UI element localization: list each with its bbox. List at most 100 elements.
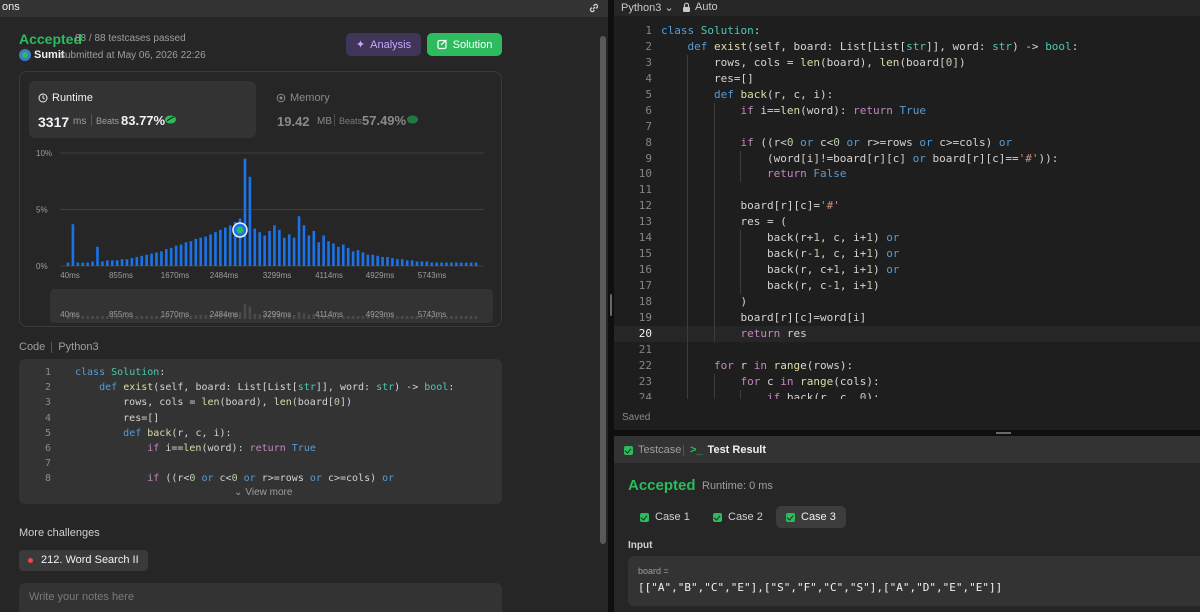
chart-bar: [425, 261, 429, 266]
chart-bar: [415, 261, 419, 266]
editor-line[interactable]: 16 back(r, c+1, i+1) or: [614, 262, 1200, 278]
chart-bar: [224, 227, 227, 266]
chart-bar: [120, 259, 124, 266]
splitter-handle[interactable]: [610, 294, 612, 316]
input-value-box: board = [["A","B","C","E"],["S","F","C",…: [628, 556, 1200, 606]
editor-line[interactable]: 5 def back(r, c, i):: [614, 86, 1200, 103]
chart-bar: [405, 260, 409, 266]
auto-mode-label[interactable]: Auto: [695, 1, 718, 13]
tab-testcase[interactable]: Testcase: [624, 444, 681, 456]
case-tab[interactable]: Case 1: [630, 506, 700, 528]
line-text: if ((r<0 or c<0 or r>=rows or c>=cols) o…: [147, 473, 395, 485]
language-select[interactable]: Python3 ⌄: [621, 1, 674, 14]
y-tick-label: 10%: [36, 149, 52, 158]
editor-line[interactable]: 2 def exist(self, board: List[List[str]]…: [614, 39, 1200, 55]
chevron-down-icon: ⌄: [234, 487, 243, 498]
editor-line[interactable]: 3 rows, cols = len(board), len(board[0]): [614, 54, 1200, 71]
chart-bar: [258, 232, 262, 266]
chart-bar: [125, 259, 129, 266]
code-label: Code: [19, 341, 46, 353]
editor-line[interactable]: 12 board[r][c]='#': [614, 198, 1200, 215]
overview-bar: [253, 313, 257, 319]
line-text: back(r, c+1, i+1) or: [661, 263, 900, 277]
line-text: class Solution:: [661, 24, 761, 37]
chart-bar: [396, 259, 399, 266]
editor-line[interactable]: 23 for c in range(cols):: [614, 373, 1200, 390]
line-text: class Solution:: [75, 367, 166, 378]
chart-bar: [327, 241, 330, 266]
overview-bar: [405, 316, 409, 319]
editor-line[interactable]: 10 return False: [614, 166, 1200, 183]
editor-line[interactable]: 13 res = (: [614, 214, 1200, 231]
case-tab[interactable]: Case 3: [776, 506, 846, 528]
tab-test-result[interactable]: >_ Test Result: [690, 444, 766, 456]
overview-bar: [356, 316, 360, 319]
code-line: 4 res=[]: [19, 413, 502, 428]
notes-input[interactable]: Write your notes here: [19, 583, 502, 612]
overview-bar: [400, 316, 404, 319]
chart-bar: [145, 254, 148, 266]
line-number: 20: [638, 326, 652, 340]
saved-status: Saved: [622, 412, 651, 423]
line-text: back(r+1, c, i+1) or: [661, 231, 900, 245]
chart-bar: [184, 242, 188, 266]
editor-line[interactable]: 24 if back(r, c, 0):: [614, 389, 1200, 399]
overview-bar: [302, 313, 306, 319]
editor-line[interactable]: 17 back(r, c-1, i+1): [614, 278, 1200, 294]
chart-bar: [292, 237, 296, 266]
chart-bar: [268, 230, 271, 266]
editor-line[interactable]: 19 board[r][c]=word[i]: [614, 309, 1200, 326]
test-result-status: Accepted: [628, 477, 696, 494]
chart-bar: [455, 262, 458, 266]
x-tick-label: 1670ms: [161, 271, 189, 280]
scrollbar[interactable]: [600, 36, 606, 544]
challenge-link[interactable]: 212. Word Search II: [19, 550, 148, 571]
x-tick-label: 4929ms: [366, 271, 394, 280]
editor-code-area[interactable]: 1 class Solution: 2 def exist(self, board:…: [614, 23, 1200, 399]
chart-bar: [228, 225, 232, 266]
chart-bar: [140, 255, 144, 266]
chart-bar: [219, 229, 222, 266]
editor-line[interactable]: 18 ): [614, 293, 1200, 310]
line-text: board[r][c]='#': [661, 199, 840, 213]
code-editor[interactable]: Python3 ⌄ Auto 1 class Solution: 2 def exi…: [614, 0, 1200, 430]
case-tab[interactable]: Case 2: [703, 506, 773, 528]
y-tick-label: 5%: [36, 206, 48, 215]
overview-bar: [204, 314, 207, 319]
overview-bar: [91, 316, 94, 319]
editor-line[interactable]: 21: [614, 341, 1200, 358]
editor-line[interactable]: 20 return res: [614, 325, 1200, 342]
editor-line[interactable]: 14 back(r+1, c, i+1) or: [614, 230, 1200, 247]
editor-line[interactable]: 22 for r in range(rows):: [614, 357, 1200, 374]
editor-line[interactable]: 6 if i==len(word): return True: [614, 102, 1200, 119]
chart-bar: [400, 259, 404, 266]
editor-line[interactable]: 7: [614, 118, 1200, 135]
chart-bar: [179, 244, 183, 266]
editor-line[interactable]: 11: [614, 182, 1200, 199]
chart-bar: [317, 242, 320, 266]
submitted-code-preview: 1 class Solution: 2 def exist(self, board:…: [19, 359, 502, 504]
view-more-button[interactable]: ⌄ View more: [234, 487, 292, 498]
y-tick-label: 0%: [36, 262, 48, 271]
chart-bar: [440, 262, 443, 266]
chart-bar: [435, 262, 438, 266]
x-tick-label: 4114ms: [315, 271, 343, 280]
x-tick-label: 2484ms: [210, 271, 238, 280]
code-line: 6 if i==len(word): return True: [19, 443, 502, 458]
editor-line[interactable]: 4 res=[]: [614, 70, 1200, 87]
editor-line[interactable]: 9 (word[i]!=board[r][c] or board[r][c]==…: [614, 150, 1200, 167]
x-tick-label: 855ms: [109, 271, 133, 280]
overview-tick-label: 4929ms: [366, 310, 394, 319]
line-text: for r in range(rows):: [713, 358, 854, 372]
chart-bar: [86, 262, 89, 266]
more-challenges-heading: More challenges: [19, 527, 100, 539]
splitter-handle[interactable]: [996, 432, 1011, 434]
editor-line[interactable]: 8 if ((r<0 or c<0 or r>=rows or c>=cols)…: [614, 134, 1200, 151]
overview-bar: [101, 316, 104, 319]
line-number: 2: [645, 39, 652, 53]
editor-line[interactable]: 1 class Solution:: [614, 23, 1200, 39]
editor-line[interactable]: 15 back(r-1, c, i+1) or: [614, 246, 1200, 263]
overview-tick-label: 40ms: [60, 310, 80, 319]
chart-bar: [253, 228, 257, 266]
overview-bar: [189, 315, 193, 319]
